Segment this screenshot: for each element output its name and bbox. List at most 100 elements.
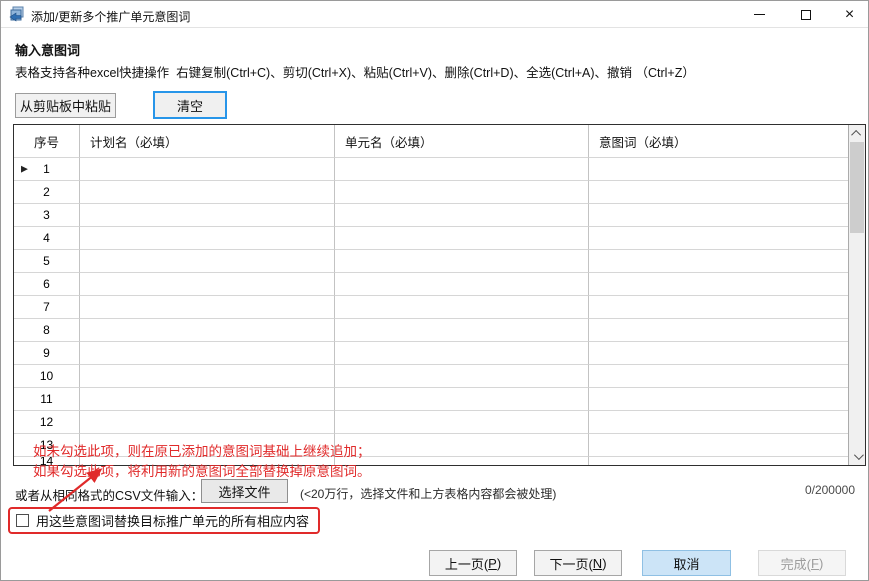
csv-limit-note: (<20万行，选择文件和上方表格内容都会被处理): [300, 485, 556, 502]
table-row: ▶1: [14, 158, 848, 181]
row-number-cell[interactable]: 6: [14, 273, 80, 296]
intent-word-cell[interactable]: [589, 434, 848, 457]
intent-words-table: 序号 计划名（必填） 单元名（必填） 意图词（必填） ▶1 2 3: [13, 124, 866, 466]
paste-from-clipboard-button[interactable]: 从剪贴板中粘贴: [15, 93, 116, 118]
chevron-down-icon: [853, 450, 863, 460]
table-row: 12: [14, 411, 848, 434]
clear-button[interactable]: 清空: [153, 91, 227, 119]
cancel-button[interactable]: 取消: [642, 550, 731, 576]
plan-name-cell[interactable]: [80, 250, 335, 273]
unit-name-cell[interactable]: [335, 158, 589, 181]
header-unit-name: 单元名（必填）: [335, 125, 589, 158]
unit-name-cell[interactable]: [335, 227, 589, 250]
table-row: 11: [14, 388, 848, 411]
unit-name-cell[interactable]: [335, 273, 589, 296]
intent-word-cell[interactable]: [589, 365, 848, 388]
plan-name-cell[interactable]: [80, 204, 335, 227]
minimize-icon: [754, 14, 765, 15]
annotation-line1: 如未勾选此项，则在原已添加的意图词基础上继续追加；: [33, 442, 371, 462]
intent-word-cell[interactable]: [589, 181, 848, 204]
intent-word-cell[interactable]: [589, 227, 848, 250]
row-number-cell[interactable]: 11: [14, 388, 80, 411]
row-number-cell[interactable]: 5: [14, 250, 80, 273]
intent-word-cell[interactable]: [589, 158, 848, 181]
plan-name-cell[interactable]: [80, 273, 335, 296]
plan-name-cell[interactable]: [80, 227, 335, 250]
intent-word-cell[interactable]: [589, 342, 848, 365]
choose-file-button[interactable]: 选择文件: [201, 479, 288, 503]
chevron-up-icon: [851, 130, 861, 140]
maximize-button[interactable]: [783, 1, 828, 28]
scroll-up-button[interactable]: [849, 125, 865, 142]
row-number-cell[interactable]: 12: [14, 411, 80, 434]
intent-word-cell[interactable]: [589, 388, 848, 411]
row-number-cell[interactable]: 7: [14, 296, 80, 319]
section-title: 输入意图词: [15, 40, 80, 59]
unit-name-cell[interactable]: [335, 411, 589, 434]
intent-word-cell[interactable]: [589, 457, 848, 465]
vertical-scrollbar[interactable]: [848, 125, 865, 465]
row-number-cell[interactable]: 9: [14, 342, 80, 365]
header-intent-word: 意图词（必填）: [589, 125, 848, 158]
row-number-cell[interactable]: ▶1: [14, 158, 80, 181]
previous-page-button[interactable]: 上一页(P): [429, 550, 517, 576]
intent-word-cell[interactable]: [589, 250, 848, 273]
plan-name-cell[interactable]: [80, 411, 335, 434]
row-number-cell[interactable]: 4: [14, 227, 80, 250]
intent-word-cell[interactable]: [589, 273, 848, 296]
intent-word-cell[interactable]: [589, 319, 848, 342]
table-row: 2: [14, 181, 848, 204]
table-body: 序号 计划名（必填） 单元名（必填） 意图词（必填） ▶1 2 3: [14, 125, 848, 465]
plan-name-cell[interactable]: [80, 181, 335, 204]
maximize-icon: [801, 10, 811, 20]
unit-name-cell[interactable]: [335, 250, 589, 273]
shortcut-hint-text: 表格支持各种excel快捷操作 右键复制(Ctrl+C)、剪切(Ctrl+X)、…: [15, 62, 695, 81]
scroll-down-button[interactable]: [849, 448, 865, 465]
unit-name-cell[interactable]: [335, 342, 589, 365]
unit-name-cell[interactable]: [335, 319, 589, 342]
table-header-row: 序号 计划名（必填） 单元名（必填） 意图词（必填）: [14, 125, 848, 158]
intent-word-cell[interactable]: [589, 204, 848, 227]
header-plan-name: 计划名（必填）: [80, 125, 335, 158]
annotation-arrow: [39, 461, 113, 517]
dialog-window: 添加/更新多个推广单元意图词 × 输入意图词 表格支持各种excel快捷操作 右…: [0, 0, 869, 581]
table-row: 4: [14, 227, 848, 250]
row-number-cell[interactable]: 3: [14, 204, 80, 227]
table-row: 5: [14, 250, 848, 273]
unit-name-cell[interactable]: [335, 365, 589, 388]
table-row: 10: [14, 365, 848, 388]
row-number-cell[interactable]: 8: [14, 319, 80, 342]
table-row: 3: [14, 204, 848, 227]
unit-name-cell[interactable]: [335, 388, 589, 411]
table-row: 8: [14, 319, 848, 342]
current-row-marker-icon: ▶: [21, 164, 28, 175]
window-title: 添加/更新多个推广单元意图词: [31, 8, 190, 25]
plan-name-cell[interactable]: [80, 319, 335, 342]
table-row: 6: [14, 273, 848, 296]
finish-button[interactable]: 完成(F): [758, 550, 846, 576]
plan-name-cell[interactable]: [80, 158, 335, 181]
title-bar: 添加/更新多个推广单元意图词 ×: [1, 1, 868, 28]
table-row: 7: [14, 296, 848, 319]
row-number-cell[interactable]: 10: [14, 365, 80, 388]
unit-name-cell[interactable]: [335, 181, 589, 204]
unit-name-cell[interactable]: [335, 434, 589, 457]
header-row-number: 序号: [14, 125, 80, 158]
unit-name-cell[interactable]: [335, 296, 589, 319]
intent-word-cell[interactable]: [589, 411, 848, 434]
next-page-button[interactable]: 下一页(N): [534, 550, 622, 576]
plan-name-cell[interactable]: [80, 296, 335, 319]
row-number-cell[interactable]: 2: [14, 181, 80, 204]
intent-word-cell[interactable]: [589, 296, 848, 319]
replace-checkbox[interactable]: [16, 514, 29, 527]
plan-name-cell[interactable]: [80, 365, 335, 388]
row-counter: 0/200000: [805, 483, 855, 497]
plan-name-cell[interactable]: [80, 388, 335, 411]
minimize-button[interactable]: [737, 1, 782, 28]
scrollbar-thumb[interactable]: [850, 142, 864, 233]
close-button[interactable]: ×: [827, 1, 869, 28]
unit-name-cell[interactable]: [335, 457, 589, 465]
app-icon: [9, 6, 25, 22]
plan-name-cell[interactable]: [80, 342, 335, 365]
unit-name-cell[interactable]: [335, 204, 589, 227]
